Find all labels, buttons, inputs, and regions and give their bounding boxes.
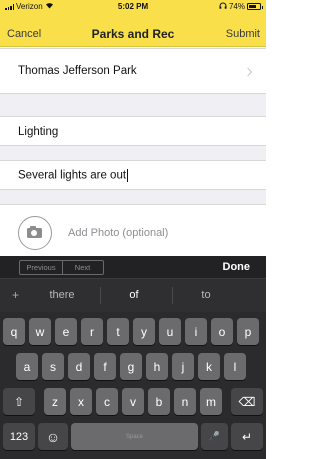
section-spacer xyxy=(0,94,266,116)
add-photo-label: Add Photo (optional) xyxy=(68,227,169,239)
key-k[interactable]: k xyxy=(198,353,220,380)
previous-button[interactable]: Previous xyxy=(19,260,63,275)
suggestion-3[interactable]: to xyxy=(176,289,236,301)
category-row[interactable]: Lighting xyxy=(0,116,266,146)
return-icon: ↵ xyxy=(241,429,253,444)
numbers-key[interactable]: 123 xyxy=(3,423,35,450)
battery-fill xyxy=(249,5,257,8)
key-w[interactable]: w xyxy=(29,318,51,345)
done-button[interactable]: Done xyxy=(223,261,251,273)
key-h[interactable]: h xyxy=(146,353,168,380)
navigation-bar: Cancel Parks and Rec Submit xyxy=(0,13,266,47)
microphone-key[interactable]: 🎤 xyxy=(201,423,228,450)
key-g[interactable]: g xyxy=(120,353,142,380)
chevron-right-icon xyxy=(243,67,253,77)
suggestion-divider xyxy=(100,287,101,304)
shift-key[interactable]: ⇧ xyxy=(3,388,35,415)
key-i[interactable]: i xyxy=(185,318,207,345)
key-n[interactable]: n xyxy=(174,388,196,415)
category-value: Lighting xyxy=(18,126,59,138)
suggestion-1[interactable]: there xyxy=(32,289,92,301)
emoji-icon: ☺ xyxy=(45,428,61,445)
keyboard-accessory-bar: Previous Next Done xyxy=(0,256,266,279)
description-field[interactable]: Several lights are out xyxy=(0,160,266,190)
status-right: 74% xyxy=(219,2,263,11)
key-q[interactable]: q xyxy=(3,318,25,345)
key-x[interactable]: x xyxy=(70,388,92,415)
park-row[interactable]: Thomas Jefferson Park xyxy=(0,48,266,94)
key-e[interactable]: e xyxy=(55,318,77,345)
key-a[interactable]: a xyxy=(16,353,38,380)
backspace-icon: ⌫ xyxy=(238,394,256,409)
section-spacer xyxy=(0,190,266,204)
key-l[interactable]: l xyxy=(224,353,246,380)
camera-lens-icon xyxy=(31,230,37,236)
predictive-plus-icon[interactable]: + xyxy=(12,288,19,302)
submit-button[interactable]: Submit xyxy=(226,28,260,40)
description-value: Several lights are out xyxy=(18,169,127,182)
shift-icon: ⇧ xyxy=(13,394,25,409)
key-m[interactable]: m xyxy=(200,388,222,415)
description-text-wrap: Several lights are out xyxy=(18,169,129,182)
key-c[interactable]: c xyxy=(96,388,118,415)
emoji-key[interactable]: ☺ xyxy=(38,423,68,450)
next-button[interactable]: Next xyxy=(62,260,104,275)
key-f[interactable]: f xyxy=(94,353,116,380)
key-v[interactable]: v xyxy=(122,388,144,415)
suggestion-divider xyxy=(172,287,173,304)
headphone-icon xyxy=(219,2,227,11)
key-b[interactable]: b xyxy=(148,388,170,415)
backspace-key[interactable]: ⌫ xyxy=(231,388,263,415)
key-r[interactable]: r xyxy=(81,318,103,345)
key-o[interactable]: o xyxy=(211,318,233,345)
suggestion-2[interactable]: of xyxy=(104,289,164,301)
add-photo-row[interactable]: Add Photo (optional) xyxy=(0,204,266,256)
key-p[interactable]: p xyxy=(237,318,259,345)
key-j[interactable]: j xyxy=(172,353,194,380)
add-photo-button[interactable] xyxy=(18,216,52,250)
battery-icon xyxy=(247,3,263,10)
text-cursor xyxy=(127,169,129,182)
return-key[interactable]: ↵ xyxy=(231,423,263,450)
key-s[interactable]: s xyxy=(42,353,64,380)
microphone-icon: 🎤 xyxy=(208,431,221,441)
key-t[interactable]: t xyxy=(107,318,129,345)
key-z[interactable]: z xyxy=(44,388,66,415)
key-y[interactable]: y xyxy=(133,318,155,345)
section-spacer xyxy=(0,146,266,160)
key-u[interactable]: u xyxy=(159,318,181,345)
battery-percent: 74% xyxy=(228,2,245,11)
park-name: Thomas Jefferson Park xyxy=(18,65,137,77)
space-key[interactable]: Space xyxy=(71,423,198,450)
keyboard-area: Previous Next Done + there of to q w e r… xyxy=(0,256,266,459)
predictive-bar: + there of to xyxy=(0,279,266,312)
key-d[interactable]: d xyxy=(68,353,90,380)
status-bar: Verizon 5:02 PM 74% xyxy=(0,0,266,13)
